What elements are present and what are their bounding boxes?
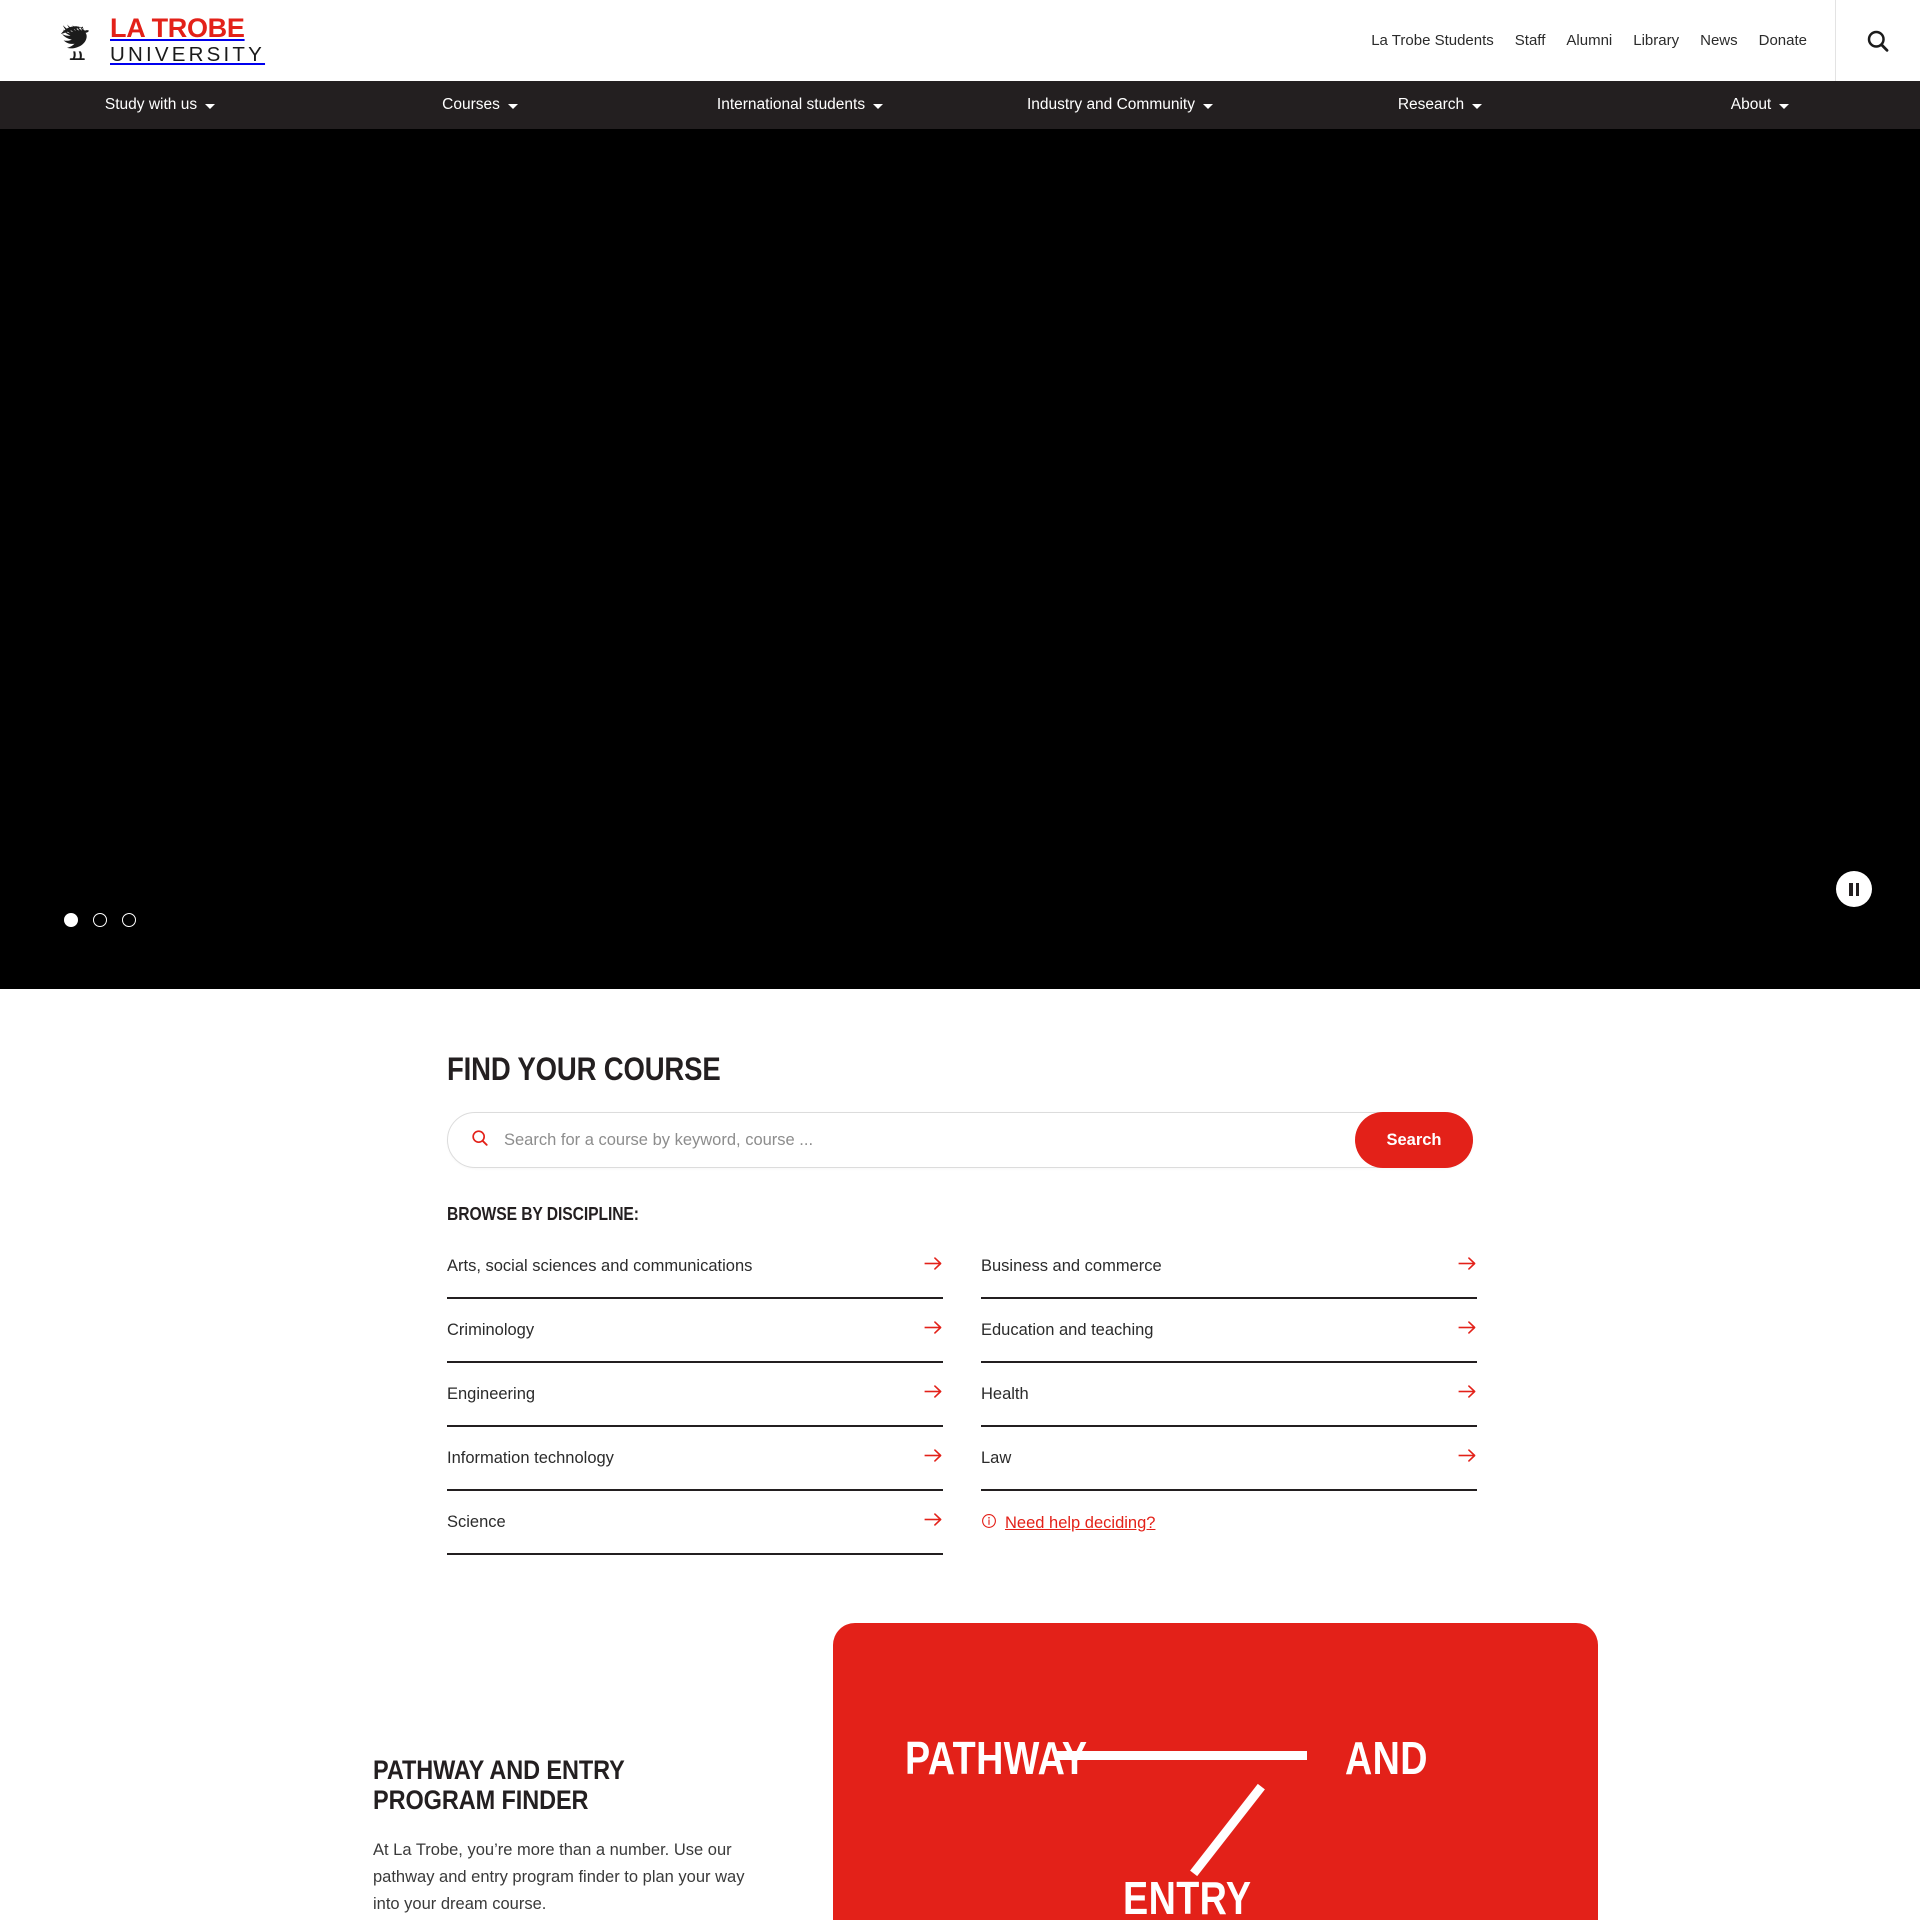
- nav-label: About: [1730, 96, 1772, 113]
- search-input[interactable]: [504, 1130, 1426, 1150]
- nav-item-international-students[interactable]: International students: [640, 81, 960, 129]
- logo-line-2: UNIVERSITY: [110, 43, 266, 67]
- arrow-right-icon: [1458, 1448, 1477, 1468]
- discipline-column-right: Business and commerce Education and teac…: [981, 1235, 1477, 1555]
- arrow-right-icon: [1458, 1384, 1477, 1404]
- nav-item-study-with-us[interactable]: Study with us: [0, 81, 320, 129]
- course-search-row: Search: [447, 1112, 1473, 1168]
- page-title: FIND YOUR COURSE: [447, 1051, 721, 1087]
- discipline-label: Science: [447, 1512, 506, 1531]
- arrow-right-icon: [924, 1384, 943, 1404]
- site-logo[interactable]: LA TROBE UNIVERSITY: [56, 15, 265, 66]
- discipline-label: Criminology: [447, 1320, 535, 1339]
- header-search-button[interactable]: [1836, 0, 1920, 81]
- utility-link-staff[interactable]: Staff: [1515, 32, 1546, 49]
- logo-wordmark: LA TROBE UNIVERSITY: [110, 15, 265, 66]
- pause-icon: [1849, 882, 1859, 896]
- carousel-dots: [64, 913, 136, 927]
- discipline-link-engineering[interactable]: Engineering: [447, 1363, 943, 1427]
- help-link-label: Need help deciding?: [1005, 1513, 1156, 1532]
- discipline-link-arts-social-sciences-and-communications[interactable]: Arts, social sciences and communications: [447, 1235, 943, 1299]
- pathway-program-finder-section: PATHWAY AND ENTRY PATHWAY AND ENTRY PROG…: [0, 1623, 1920, 1920]
- arrow-right-icon: [1458, 1256, 1477, 1276]
- carousel-dot-1[interactable]: [64, 913, 78, 927]
- nav-item-industry-and-community[interactable]: Industry and Community: [960, 81, 1280, 129]
- nav-label: Research: [1397, 96, 1465, 113]
- need-help-deciding-link[interactable]: Need help deciding?: [981, 1491, 1477, 1555]
- pathway-card-diagonal-rule-1: [1190, 1783, 1265, 1877]
- browse-by-discipline-label: BROWSE BY DISCIPLINE:: [447, 1204, 639, 1224]
- logo-line-1: LA TROBE: [110, 13, 245, 44]
- pathway-card-horizontal-rule: [1055, 1751, 1307, 1760]
- magpie-logo-icon: [60, 24, 89, 60]
- utility-link-la-trobe-students[interactable]: La Trobe Students: [1371, 32, 1494, 49]
- discipline-label: Arts, social sciences and communications: [447, 1256, 753, 1275]
- discipline-link-education-and-teaching[interactable]: Education and teaching: [981, 1299, 1477, 1363]
- chevron-down-icon: [507, 103, 518, 109]
- pathway-card-word-and: AND: [1345, 1732, 1428, 1784]
- nav-item-courses[interactable]: Courses: [320, 81, 640, 129]
- chevron-down-icon: [1472, 103, 1483, 109]
- utility-link-library[interactable]: Library: [1633, 32, 1679, 49]
- discipline-grid: Arts, social sciences and communications…: [447, 1235, 1477, 1555]
- utility-nav: La Trobe Students Staff Alumni Library N…: [1371, 32, 1835, 49]
- arrow-right-icon: [924, 1448, 943, 1468]
- discipline-label: Engineering: [447, 1384, 536, 1403]
- pathway-description: At La Trobe, you’re more than a number. …: [373, 1841, 745, 1913]
- site-header: LA TROBE UNIVERSITY La Trobe Students St…: [0, 0, 1920, 81]
- discipline-column-left: Arts, social sciences and communications…: [447, 1235, 943, 1555]
- arrow-right-icon: [924, 1512, 943, 1532]
- chevron-down-icon: [873, 103, 884, 109]
- search-submit-button[interactable]: Search: [1355, 1112, 1473, 1168]
- pathway-text-block: PATHWAY AND ENTRY PROGRAM FINDER At La T…: [373, 1755, 773, 1918]
- arrow-right-icon: [924, 1320, 943, 1340]
- discipline-label: Law: [981, 1448, 1012, 1467]
- discipline-link-business-and-commerce[interactable]: Business and commerce: [981, 1235, 1477, 1299]
- carousel-dot-3[interactable]: [122, 913, 136, 927]
- nav-item-about[interactable]: About: [1600, 81, 1920, 129]
- discipline-link-health[interactable]: Health: [981, 1363, 1477, 1427]
- carousel-dot-2[interactable]: [93, 913, 107, 927]
- discipline-label: Education and teaching: [981, 1320, 1154, 1339]
- discipline-label: Health: [981, 1384, 1029, 1403]
- nav-item-research[interactable]: Research: [1280, 81, 1600, 129]
- nav-label: Study with us: [104, 96, 198, 113]
- carousel-pause-button[interactable]: [1836, 871, 1872, 907]
- hero-carousel: [0, 129, 1920, 989]
- find-your-course-section: FIND YOUR COURSE Search BROWSE BY DISCIP…: [0, 989, 1920, 1555]
- arrow-right-icon: [924, 1256, 943, 1276]
- utility-link-alumni[interactable]: Alumni: [1566, 32, 1612, 49]
- discipline-label: Business and commerce: [981, 1256, 1162, 1275]
- main-navigation: Study with us Courses International stud…: [0, 81, 1920, 129]
- arrow-right-icon: [1458, 1320, 1477, 1340]
- pathway-heading: PATHWAY AND ENTRY PROGRAM FINDER: [373, 1755, 721, 1815]
- info-icon: [981, 1513, 997, 1534]
- discipline-label: Information technology: [447, 1448, 614, 1467]
- nav-label: Industry and Community: [1027, 96, 1195, 113]
- discipline-link-criminology[interactable]: Criminology: [447, 1299, 943, 1363]
- search-icon: [1867, 30, 1889, 52]
- discipline-link-law[interactable]: Law: [981, 1427, 1477, 1491]
- pathway-heading-line-2: PROGRAM FINDER: [373, 1785, 589, 1816]
- pathway-heading-line-1: PATHWAY AND ENTRY: [373, 1755, 625, 1785]
- pathway-promo-card[interactable]: PATHWAY AND ENTRY: [833, 1623, 1598, 1920]
- utility-link-news[interactable]: News: [1700, 32, 1738, 49]
- chevron-down-icon: [1203, 103, 1213, 109]
- discipline-link-science[interactable]: Science: [447, 1491, 943, 1555]
- pathway-card-word-entry: ENTRY: [1123, 1872, 1252, 1920]
- discipline-link-information-technology[interactable]: Information technology: [447, 1427, 943, 1491]
- course-search-field[interactable]: [447, 1112, 1473, 1168]
- chevron-down-icon: [1779, 103, 1790, 109]
- nav-label: International students: [716, 96, 866, 113]
- utility-link-donate[interactable]: Donate: [1759, 32, 1807, 49]
- nav-label: Courses: [442, 96, 500, 113]
- chevron-down-icon: [205, 103, 216, 109]
- search-icon: [470, 1128, 490, 1153]
